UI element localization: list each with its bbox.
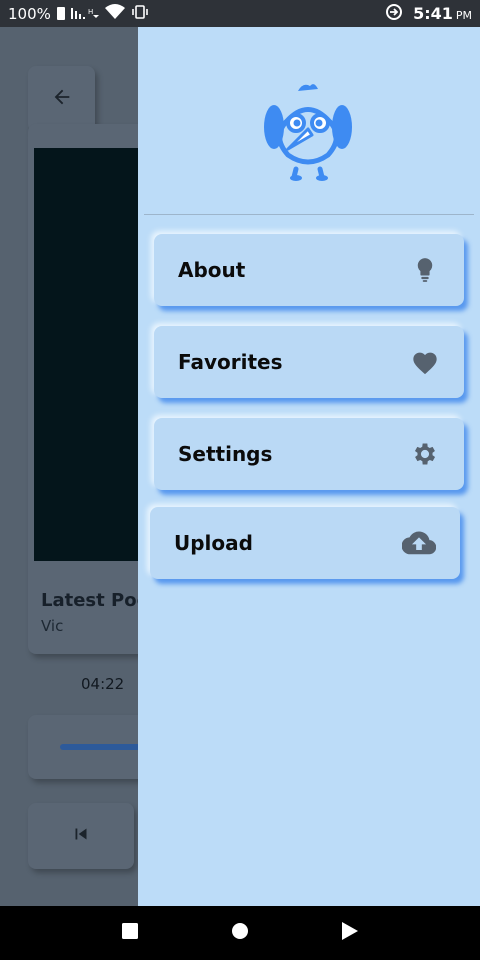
drawer-item-label: About — [178, 258, 246, 282]
owl-bird-logo — [258, 77, 358, 182]
heart-icon — [410, 347, 440, 377]
data-saver-icon — [385, 3, 403, 25]
battery-percent: 100% — [8, 4, 51, 23]
drawer-item-favorites[interactable]: Favorites — [154, 326, 464, 398]
clock-ampm: PM — [455, 9, 472, 22]
signal-icon: H — [70, 6, 99, 22]
home-button[interactable] — [220, 913, 260, 953]
skip-previous-button[interactable] — [28, 803, 134, 869]
podcast-author: Vic — [41, 617, 64, 635]
podcast-title: Latest Pod — [41, 590, 150, 611]
podcast-artwork — [34, 148, 144, 561]
cloud-upload-icon — [402, 528, 436, 558]
drawer-item-settings[interactable]: Settings — [154, 418, 464, 490]
arrow-back-icon — [51, 86, 73, 112]
status-bar: 100% H 5:41 PM — [0, 0, 480, 27]
drawer-divider — [144, 214, 474, 215]
circle-icon — [231, 922, 249, 944]
drawer-item-label: Favorites — [178, 350, 283, 374]
recents-button[interactable] — [110, 913, 150, 953]
svg-text:H: H — [88, 8, 93, 16]
drawer-item-about[interactable]: About — [154, 234, 464, 306]
seek-bar[interactable] — [60, 744, 150, 750]
battery-icon — [56, 7, 65, 20]
drawer-item-upload[interactable]: Upload — [150, 507, 460, 579]
skip-previous-icon — [70, 823, 92, 849]
elapsed-time: 04:22 — [81, 675, 125, 693]
drawer-item-label: Settings — [178, 442, 273, 466]
triangle-icon — [341, 921, 359, 945]
square-icon — [121, 922, 139, 944]
gear-icon — [410, 439, 440, 469]
clock: 5:41 — [413, 4, 453, 23]
back-button[interactable] — [28, 66, 95, 132]
back-nav-button[interactable] — [330, 913, 370, 953]
navigation-drawer: About Favorites Settings Upload — [138, 27, 480, 906]
wifi-icon — [104, 4, 125, 23]
vibrate-icon — [131, 4, 149, 23]
drawer-item-label: Upload — [174, 531, 253, 555]
system-nav-bar — [0, 906, 480, 960]
lightbulb-icon — [410, 255, 440, 285]
